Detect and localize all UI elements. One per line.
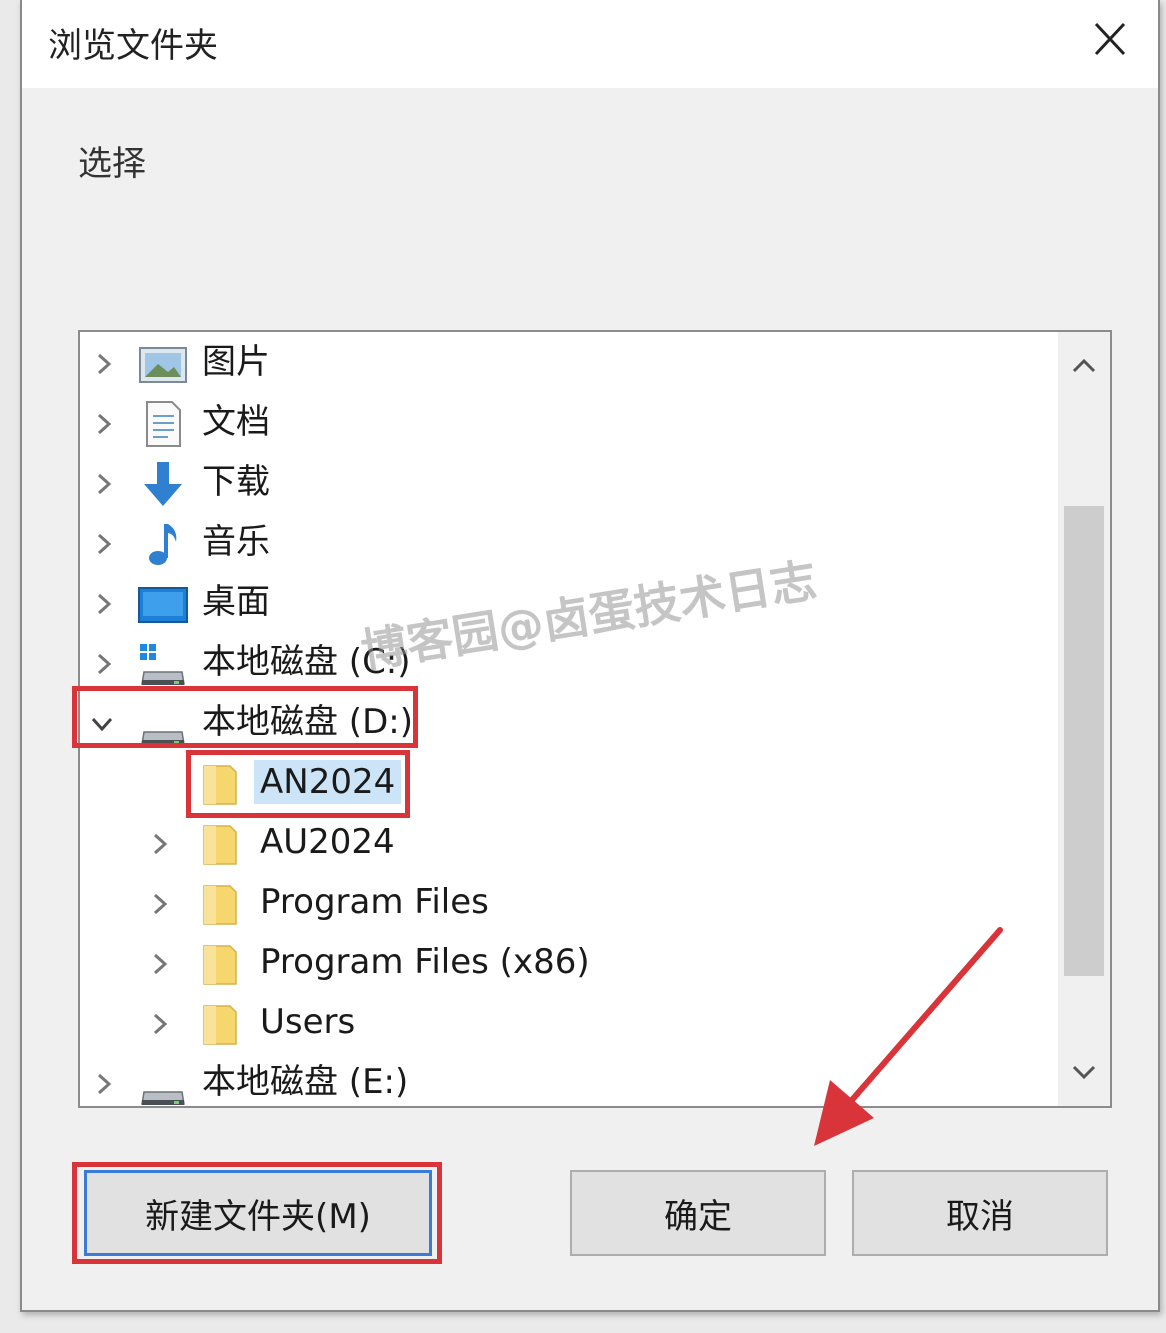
tree-item-label: Users [260,1002,356,1042]
window-title: 浏览文件夹 [48,26,218,66]
drive-icon [138,700,188,748]
desktop-icon [138,580,188,628]
folder-icon [196,880,246,928]
close-icon [1094,22,1126,56]
chevron-right-icon[interactable] [148,1008,172,1040]
tree-item-label: AU2024 [260,822,395,862]
pictures-icon [138,340,188,388]
cancel-button[interactable]: 取消 [852,1170,1108,1256]
chevron-right-icon[interactable] [92,468,116,500]
tree-item-label: Program Files (x86) [260,942,590,982]
folder-icon [196,760,246,808]
chevron-right-icon[interactable] [92,408,116,440]
tree-item-music[interactable]: 音乐 [80,514,1055,574]
chevron-right-icon[interactable] [92,528,116,560]
new-folder-button[interactable]: 新建文件夹(M) [84,1170,432,1256]
close-button[interactable] [1080,12,1140,68]
chevron-down-icon[interactable] [90,708,114,740]
tree-item-au2024[interactable]: AU2024 [80,814,1055,874]
tree-item-label: 图片 [202,342,270,382]
tree-item-label: AN2024 [254,760,402,804]
tree-item-program-files-x86[interactable]: Program Files (x86) [80,934,1055,994]
chevron-right-icon[interactable] [92,588,116,620]
chevron-right-icon[interactable] [148,888,172,920]
tree-item-label: 本地磁盘 (C:) [202,642,411,682]
tree-item-label: 下载 [202,462,270,502]
chevron-up-icon [1072,358,1096,373]
tree-item-downloads[interactable]: 下载 [80,454,1055,514]
documents-icon [138,400,188,448]
title-bar: 浏览文件夹 [22,0,1158,88]
folder-tree[interactable]: 图片 文档 下载 音乐 桌面 本地磁盘 (C:) 本地磁盘 (D:) AN202… [78,330,1112,1108]
chevron-right-icon[interactable] [92,648,116,680]
tree-item-label: 桌面 [202,582,270,622]
tree-item-label: 文档 [202,402,270,442]
drive-icon [138,1060,188,1106]
tree-item-program-files[interactable]: Program Files [80,874,1055,934]
folder-icon [196,940,246,988]
tree-item-an2024[interactable]: AN2024 [80,754,1055,814]
scroll-up-button[interactable] [1058,338,1110,394]
music-icon [138,520,188,568]
scroll-down-button[interactable] [1058,1044,1110,1100]
tree-item-users[interactable]: Users [80,994,1055,1054]
tree-item-drive-e[interactable]: 本地磁盘 (E:) [80,1054,1055,1106]
tree-item-label: 本地磁盘 (E:) [202,1062,409,1102]
ok-button[interactable]: 确定 [570,1170,826,1256]
chevron-right-icon[interactable] [148,828,172,860]
browse-folder-dialog: 浏览文件夹 选择 图片 文档 下载 音乐 桌面 本地磁盘 (C:) 本地磁盘 (… [20,0,1160,1312]
tree-item-pictures[interactable]: 图片 [80,334,1055,394]
system-drive-icon [138,640,188,688]
tree-item-documents[interactable]: 文档 [80,394,1055,454]
vertical-scrollbar[interactable] [1058,332,1110,1106]
chevron-right-icon[interactable] [92,348,116,380]
folder-icon [196,820,246,868]
scrollbar-thumb[interactable] [1064,506,1104,976]
tree-item-label: 本地磁盘 (D:) [202,702,413,742]
tree-item-label: 音乐 [202,522,270,562]
folder-icon [196,1000,246,1048]
dialog-prompt: 选择 [78,144,146,184]
chevron-right-icon[interactable] [92,1068,116,1100]
download-icon [138,460,188,508]
chevron-right-icon[interactable] [148,948,172,980]
tree-item-desktop[interactable]: 桌面 [80,574,1055,634]
chevron-down-icon [1072,1065,1096,1080]
tree-item-drive-c[interactable]: 本地磁盘 (C:) [80,634,1055,694]
tree-item-label: Program Files [260,882,489,922]
tree-item-drive-d[interactable]: 本地磁盘 (D:) [80,694,1055,754]
